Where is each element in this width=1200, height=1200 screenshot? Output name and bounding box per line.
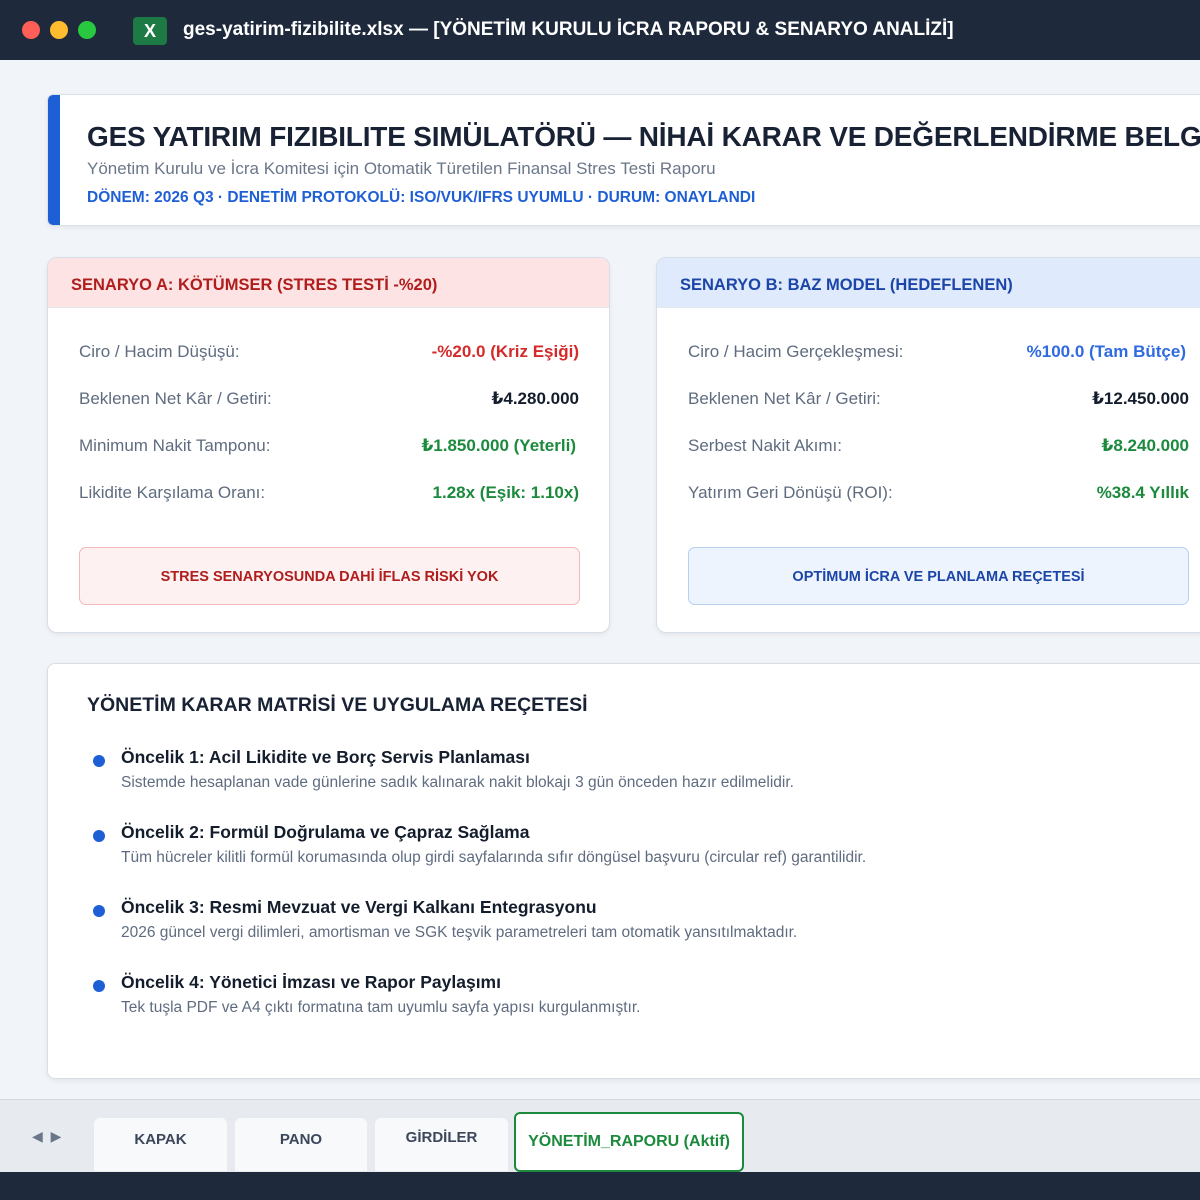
bullet-icon: [93, 830, 105, 842]
metric-value: %38.4 Yıllık: [1096, 483, 1189, 502]
priority-desc: Tüm hücreler kilitli formül korumasında …: [121, 849, 867, 866]
metric-label: Ciro / Hacim Düşüşü:: [79, 342, 240, 361]
metric-row: Serbest Nakit Akımı: ₺8.240.000: [688, 436, 1189, 462]
window-title: ges-yatirim-fizibilite.xlsx — [YÖNETİM K…: [183, 19, 954, 40]
scenario-b-card: SENARYO B: BAZ MODEL (HEDEFLENEN) Ciro /…: [656, 257, 1200, 633]
metric-value: ₺8.240.000: [1101, 436, 1189, 455]
metric-label: Serbest Nakit Akımı:: [688, 436, 842, 455]
title-bar: X ges-yatirim-fizibilite.xlsx — [YÖNETİM…: [0, 0, 1200, 60]
sheet-nav-arrows-icon[interactable]: ◀ ▶: [32, 1128, 63, 1145]
metric-row: Yatırım Geri Dönüşü (ROI): %38.4 Yıllık: [688, 483, 1189, 509]
report-header-card: GES YATIRIM FIZIBILITE SIMÜLATÖRÜ — NİHA…: [47, 94, 1200, 226]
metric-row: Beklenen Net Kâr / Getiri: ₺12.450.000: [688, 389, 1189, 415]
scenario-a-card: SENARYO A: KÖTÜMSER (STRES TESTİ -%20) C…: [47, 257, 610, 633]
metric-label: Likidite Karşılama Oranı:: [79, 483, 266, 502]
priority-title: Öncelik 1: Acil Likidite ve Borç Servis …: [121, 747, 530, 767]
metric-value: -%20.0 (Kriz Eşiği): [431, 342, 579, 361]
priority-title: Öncelik 4: Yönetici İmzası ve Rapor Payl…: [121, 972, 501, 992]
priority-desc: Tek tuşla PDF ve A4 çıktı formatına tam …: [121, 999, 641, 1016]
tab-pano[interactable]: PANO: [235, 1118, 367, 1171]
report-title: GES YATIRIM FIZIBILITE SIMÜLATÖRÜ — NİHA…: [87, 121, 1200, 152]
metric-label: Beklenen Net Kâr / Getiri:: [688, 389, 881, 408]
metric-row: Minimum Nakit Tamponu: ₺1.850.000 (Yeter…: [79, 436, 579, 462]
maximize-window-button[interactable]: [78, 21, 96, 39]
metric-value: 1.28x (Eşik: 1.10x): [432, 483, 579, 502]
decision-matrix-card: YÖNETİM KARAR MATRİSİ VE UYGULAMA REÇETE…: [47, 663, 1200, 1079]
metric-value: ₺12.450.000: [1092, 389, 1189, 408]
metric-row: Ciro / Hacim Düşüşü: -%20.0 (Kriz Eşiği): [79, 342, 579, 368]
status-bar: [0, 1172, 1200, 1200]
header-accent-bar: [48, 95, 60, 225]
tab-yonetim-raporu[interactable]: YÖNETİM_RAPORU (Aktif): [514, 1112, 744, 1172]
metric-label: Minimum Nakit Tamponu:: [79, 436, 271, 455]
metric-row: Beklenen Net Kâr / Getiri: ₺4.280.000: [79, 389, 579, 415]
metric-row: Ciro / Hacim Gerçekleşmesi: %100.0 (Tam …: [688, 342, 1189, 368]
priority-title: Öncelik 2: Formül Doğrulama ve Çapraz Sa…: [121, 822, 530, 842]
bullet-icon: [93, 755, 105, 767]
matrix-title: YÖNETİM KARAR MATRİSİ VE UYGULAMA REÇETE…: [87, 694, 588, 716]
minimize-window-button[interactable]: [50, 21, 68, 39]
metric-value: ₺4.280.000: [491, 389, 579, 408]
priority-desc: Sistemde hesaplanan vade günlerine sadık…: [121, 774, 794, 791]
metric-value: %100.0 (Tam Bütçe): [1026, 342, 1186, 361]
metric-label: Ciro / Hacim Gerçekleşmesi:: [688, 342, 904, 361]
report-meta: DÖNEM: 2026 Q3 · DENETİM PROTOKOLÜ: ISO/…: [87, 189, 756, 206]
excel-icon: X: [133, 17, 167, 45]
tab-kapak[interactable]: KAPAK: [94, 1118, 227, 1171]
close-window-button[interactable]: [22, 21, 40, 39]
tab-girdiler[interactable]: GİRDİLER: [375, 1118, 508, 1171]
sheet-tab-bar: ◀ ▶ KAPAK PANO GİRDİLER YÖNETİM_RAPORU (…: [0, 1099, 1200, 1172]
bullet-icon: [93, 980, 105, 992]
metric-label: Beklenen Net Kâr / Getiri:: [79, 389, 272, 408]
no-bankruptcy-risk-button[interactable]: STRES SENARYOSUNDA DAHİ İFLAS RİSKİ YOK: [79, 547, 580, 605]
priority-desc: 2026 güncel vergi dilimleri, amortisman …: [121, 924, 798, 941]
metric-label: Yatırım Geri Dönüşü (ROI):: [688, 483, 893, 502]
optimum-plan-button[interactable]: OPTİMUM İCRA VE PLANLAMA REÇETESİ: [688, 547, 1189, 605]
metric-row: Likidite Karşılama Oranı: 1.28x (Eşik: 1…: [79, 483, 579, 509]
priority-title: Öncelik 3: Resmi Mevzuat ve Vergi Kalkan…: [121, 897, 597, 917]
metric-value: ₺1.850.000 (Yeterli): [421, 436, 576, 455]
bullet-icon: [93, 905, 105, 917]
report-subtitle: Yönetim Kurulu ve İcra Komitesi için Oto…: [87, 159, 716, 178]
scenario-a-title: SENARYO A: KÖTÜMSER (STRES TESTİ -%20): [48, 258, 609, 308]
scenario-b-title: SENARYO B: BAZ MODEL (HEDEFLENEN): [657, 258, 1200, 308]
